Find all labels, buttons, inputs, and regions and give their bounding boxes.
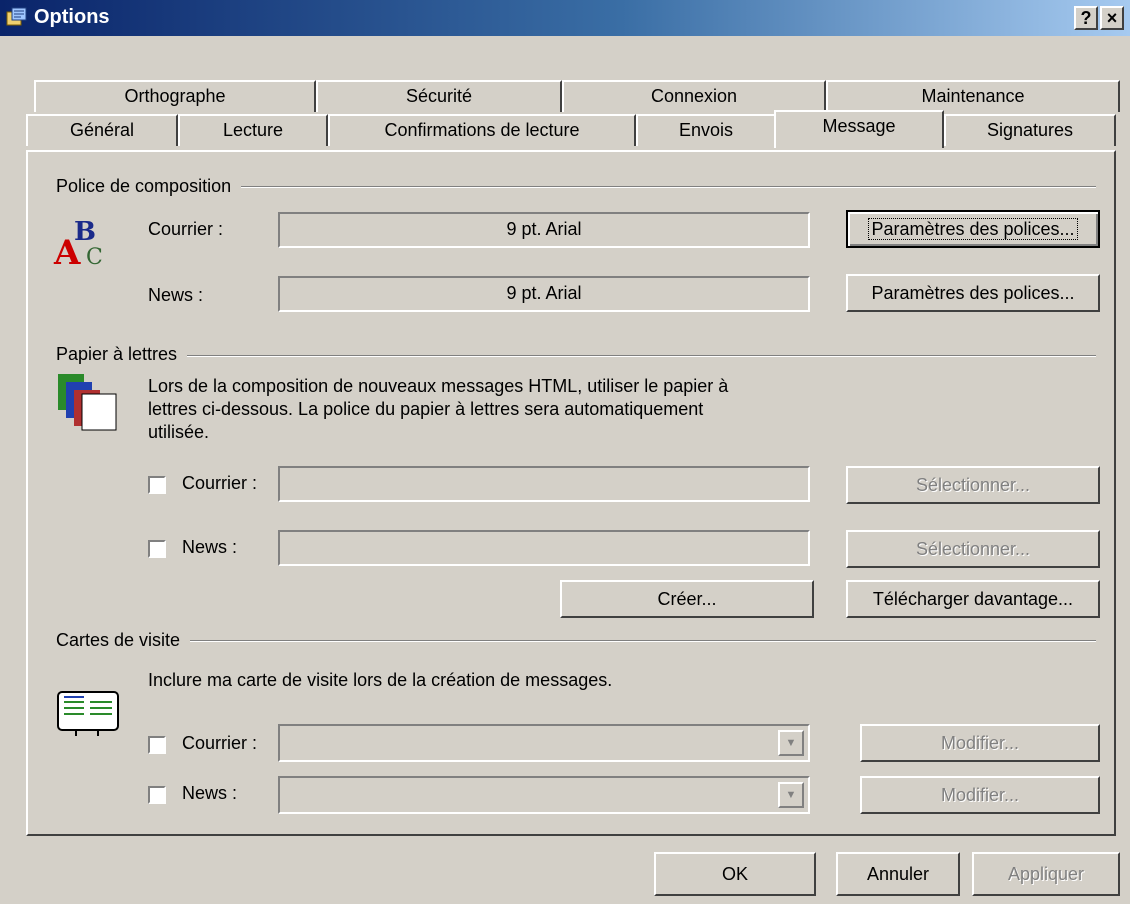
cartes-courrier-label: Courrier : bbox=[182, 733, 258, 753]
cartes-group-label: Cartes de visite bbox=[56, 630, 191, 651]
tab-maintenance[interactable]: Maintenance bbox=[826, 80, 1120, 112]
papier-desc-line1: Lors de la composition de nouveaux messa… bbox=[148, 376, 729, 396]
tab-connexion[interactable]: Connexion bbox=[562, 80, 826, 112]
papier-group-label: Papier à lettres bbox=[56, 344, 188, 365]
options-app-icon bbox=[6, 7, 27, 26]
font-settings-courrier-button[interactable]: Paramètres des polices... bbox=[846, 210, 1100, 248]
font-settings-news-button[interactable]: Paramètres des polices... bbox=[846, 274, 1100, 312]
cartes-description: Inclure ma carte de visite lors de la cr… bbox=[148, 670, 613, 690]
close-button[interactable]: × bbox=[1100, 6, 1124, 30]
cartes-news-combo[interactable]: ▼ bbox=[278, 776, 810, 814]
cartes-courrier-combo[interactable]: ▼ bbox=[278, 724, 810, 762]
papier-courrier-checkbox[interactable] bbox=[148, 476, 166, 494]
papier-news-field[interactable] bbox=[278, 530, 810, 566]
cartes-news-checkbox[interactable] bbox=[148, 786, 166, 804]
police-news-value: 9 pt. Arial bbox=[278, 276, 810, 312]
papier-news-label: News : bbox=[182, 537, 238, 557]
tab-signatures[interactable]: Signatures bbox=[944, 114, 1116, 146]
police-courrier-label: Courrier : bbox=[148, 219, 224, 239]
stationery-icon bbox=[58, 374, 117, 431]
papier-desc-line3: utilisée. bbox=[148, 422, 210, 442]
police-group-label: Police de composition bbox=[56, 176, 242, 197]
tab-securite[interactable]: Sécurité bbox=[316, 80, 562, 112]
help-button[interactable]: ? bbox=[1074, 6, 1098, 30]
business-card-icon bbox=[57, 691, 119, 736]
tab-message[interactable]: Message bbox=[774, 110, 944, 148]
apply-button[interactable]: Appliquer bbox=[972, 852, 1120, 896]
svg-text:B: B bbox=[74, 217, 96, 247]
papier-news-checkbox[interactable] bbox=[148, 540, 166, 558]
cartes-news-label: News : bbox=[182, 783, 238, 803]
create-stationery-button[interactable]: Créer... bbox=[560, 580, 814, 618]
window-title: Options bbox=[34, 6, 110, 28]
cancel-button[interactable]: Annuler bbox=[836, 852, 960, 896]
modify-card-courrier-button[interactable]: Modifier... bbox=[860, 724, 1100, 762]
tab-confirmations[interactable]: Confirmations de lecture bbox=[328, 114, 636, 146]
modify-card-news-button[interactable]: Modifier... bbox=[860, 776, 1100, 814]
cartes-group-line bbox=[56, 640, 1096, 642]
police-news-label: News : bbox=[148, 285, 204, 305]
ok-button[interactable]: OK bbox=[654, 852, 816, 896]
papier-description: Lors de la composition de nouveaux messa… bbox=[148, 375, 728, 444]
select-stationery-news-button[interactable]: Sélectionner... bbox=[846, 530, 1100, 568]
tab-general[interactable]: Général bbox=[26, 114, 178, 146]
papier-courrier-field[interactable] bbox=[278, 466, 810, 502]
font-abc-icon: A B C bbox=[53, 217, 103, 270]
tab-envois[interactable]: Envois bbox=[636, 114, 776, 146]
papier-desc-line2: lettres ci-dessous. La police du papier … bbox=[148, 399, 704, 419]
tab-lecture[interactable]: Lecture bbox=[178, 114, 328, 146]
title-bar: Options ? × bbox=[0, 0, 1130, 36]
cartes-courrier-checkbox[interactable] bbox=[148, 736, 166, 754]
select-stationery-courrier-button[interactable]: Sélectionner... bbox=[846, 466, 1100, 504]
tab-orthographe[interactable]: Orthographe bbox=[34, 80, 316, 112]
papier-courrier-label: Courrier : bbox=[182, 473, 258, 493]
papier-group-line bbox=[56, 355, 1096, 357]
chevron-down-icon[interactable]: ▼ bbox=[778, 782, 804, 808]
chevron-down-icon[interactable]: ▼ bbox=[778, 730, 804, 756]
download-more-button[interactable]: Télécharger davantage... bbox=[846, 580, 1100, 618]
police-courrier-value: 9 pt. Arial bbox=[278, 212, 810, 248]
svg-text:C: C bbox=[86, 245, 103, 270]
